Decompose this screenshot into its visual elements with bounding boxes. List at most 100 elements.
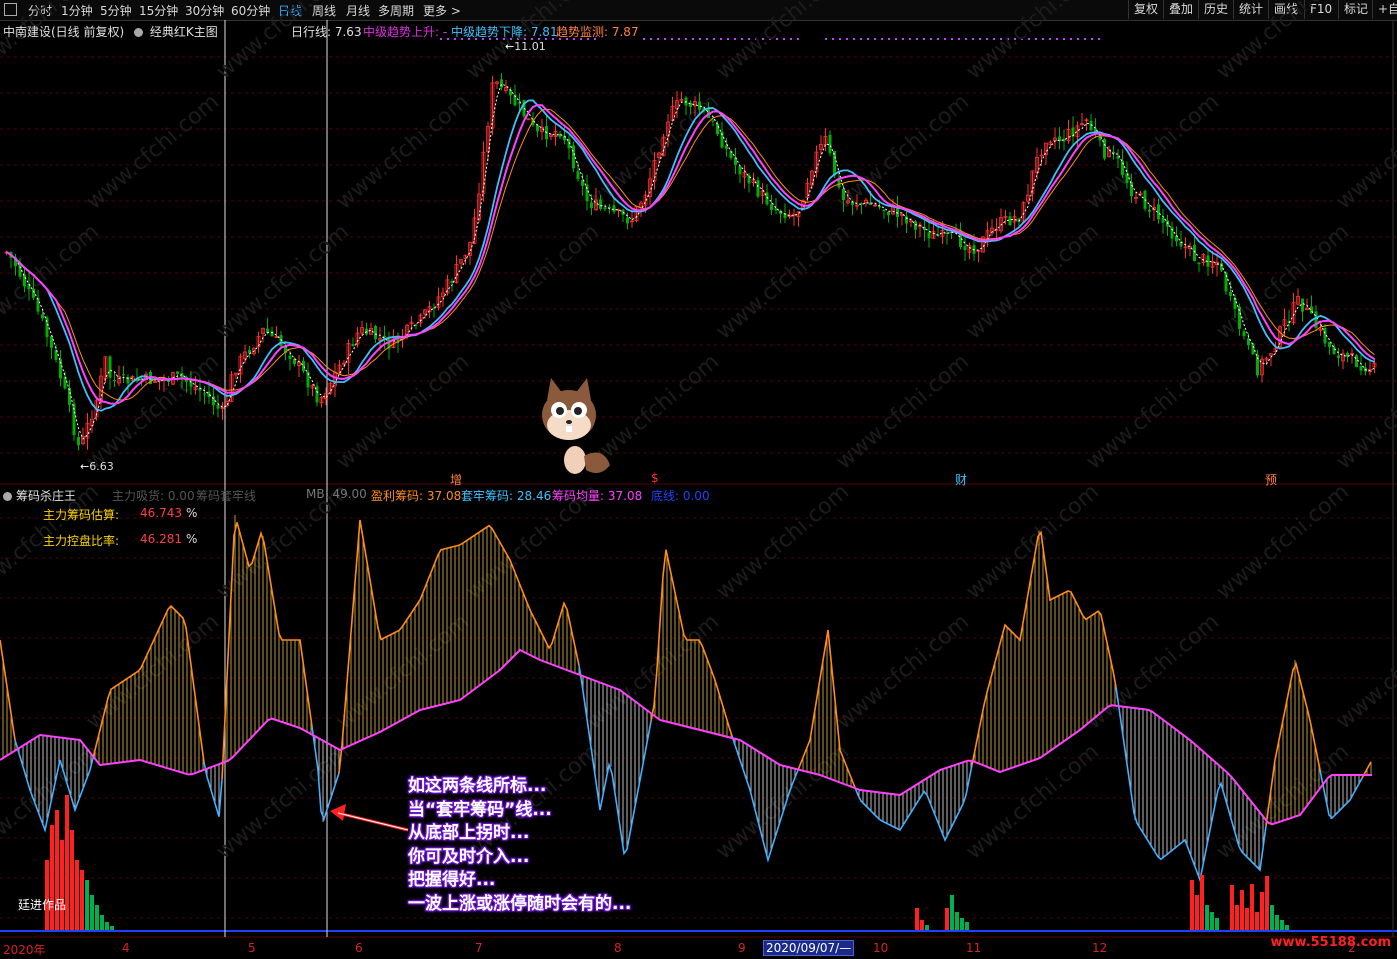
watermark-text: www.cfchi.com [332, 349, 474, 474]
candlestick-body [738, 166, 742, 175]
sub-indicator-mb: MB: 49.00 [306, 487, 367, 501]
signal-dot [734, 38, 736, 40]
indicator-trend-monitor: 趋势监测: 7.87 [556, 25, 639, 39]
mascot-pupil [574, 407, 582, 415]
volume-bar [1250, 884, 1254, 930]
annotation-line: 当“套牢筹码”线... [408, 799, 552, 820]
volume-bar [965, 922, 969, 930]
watermark-text: www.cfchi.com [1082, 349, 1224, 474]
volume-bar [1270, 905, 1274, 930]
watermark-text: www.cfchi.com [1332, 609, 1397, 734]
sub-indicator-chip-avg: 筹码均量: 37.08 [552, 489, 643, 503]
candlestick-body [50, 336, 53, 348]
sub-indicator-profit-chips: 盈利筹码: 37.08 [371, 489, 462, 503]
volume-bar [85, 880, 89, 930]
watermark-text: www.cfchi.com [212, 219, 354, 344]
candlestick-body [23, 274, 26, 287]
signal-dot [832, 38, 834, 40]
stock-name[interactable]: 中南建设(日线 前复权) [3, 25, 124, 39]
candlestick-body [828, 134, 832, 154]
x-axis-label: 7 [475, 941, 483, 955]
annotation-arrow [330, 804, 409, 832]
candlestick-body [1220, 263, 1223, 271]
candlestick-body [36, 298, 40, 312]
signal-dot [692, 38, 694, 40]
watermark-text: www.cfchi.com [0, 219, 104, 344]
candlestick-body [1008, 216, 1012, 226]
signal-dot [853, 38, 855, 40]
x-axis-label: 12 [1092, 941, 1108, 955]
candlestick-body [576, 171, 580, 180]
candlestick-body [770, 204, 773, 210]
volume-bar [60, 840, 64, 930]
volume-bar [1280, 920, 1284, 930]
candlestick-body [747, 175, 751, 184]
signal-dot [909, 38, 911, 40]
candlestick-body [216, 405, 220, 409]
signal-dot [699, 38, 701, 40]
annotation-line: 从底部上拐时... [408, 823, 530, 843]
candlestick-body [32, 288, 35, 298]
x-axis-label: 5 [248, 941, 256, 955]
candlestick-body [626, 217, 629, 224]
watermark-text: www.cfchi.com [462, 219, 604, 344]
signal-dot [958, 38, 960, 40]
volume-bar [1285, 925, 1289, 930]
candlestick-body [108, 356, 112, 378]
candlestick-body [1242, 331, 1246, 337]
sub-panel-title[interactable]: 筹码杀庄王 [3, 487, 76, 504]
signal-dot [881, 38, 883, 40]
volume-bar [95, 905, 99, 930]
control-ratio-value: 46.281 [140, 532, 182, 546]
signal-dot [839, 38, 841, 40]
candlestick-body [1328, 342, 1331, 347]
signal-dot [783, 38, 785, 40]
volume-bar [50, 825, 54, 930]
sub-indicator-trap-line: 筹码套牢线 [196, 489, 257, 503]
volume-bar [1240, 890, 1244, 930]
signal-dot [930, 38, 932, 40]
marker-yu: 预 [1265, 473, 1278, 487]
candlestick-body [882, 209, 886, 212]
candlestick-body [842, 188, 845, 200]
watermark-text: www.cfchi.com [832, 609, 974, 734]
sub-indicator-trapped-chips: 套牢筹码: 28.46 [461, 489, 552, 503]
annotation-line: 如这两条线所标... [408, 776, 547, 796]
signal-dot [860, 38, 862, 40]
x-axis-label: 10 [873, 941, 889, 955]
site-logo: www.55188.com [1270, 935, 1392, 950]
signal-dot [685, 38, 687, 40]
x-axis-label: 11 [966, 941, 982, 955]
volume-bar [100, 915, 104, 930]
annotation-line: 一波上涨或涨停随时会有的... [408, 893, 632, 914]
candlestick-body [698, 101, 701, 110]
dropdown-icon[interactable] [3, 492, 12, 501]
template-name[interactable]: 经典红K主图 [150, 25, 218, 39]
signal-dot [657, 38, 659, 40]
candlestick-body [711, 120, 715, 122]
template-dropdown-icon[interactable] [134, 28, 144, 37]
signal-dot [888, 38, 890, 40]
candlestick-body [590, 202, 593, 209]
volume-bar [1230, 885, 1234, 930]
candlestick-body [585, 184, 589, 202]
mascot-body [564, 446, 586, 474]
x-axis-label: 6 [355, 941, 363, 955]
main-chip-estimate-unit: % [186, 506, 198, 520]
main-chip-estimate-label: 主力筹码估算: [43, 508, 120, 522]
candlestick-body [383, 335, 386, 338]
candlestick-body [1161, 217, 1165, 223]
watermark-text: www.cfchi.com [82, 349, 224, 474]
watermark-text: www.cfchi.com [82, 89, 224, 214]
signal-dot [678, 38, 680, 40]
volume-bar [45, 860, 49, 930]
candlestick-body [122, 374, 125, 376]
chart-canvas[interactable]: www.cfchi.comwww.cfchi.comwww.cfchi.comw… [0, 0, 1397, 959]
signal-dot [671, 38, 673, 40]
watermark-text: www.cfchi.com [712, 0, 854, 85]
candlestick-body [203, 393, 206, 395]
volume-bar [1200, 875, 1204, 930]
indicator-trend-up: 中级趋势上升: - [363, 25, 448, 39]
signal-dot [923, 38, 925, 40]
signal-dot [902, 38, 904, 40]
